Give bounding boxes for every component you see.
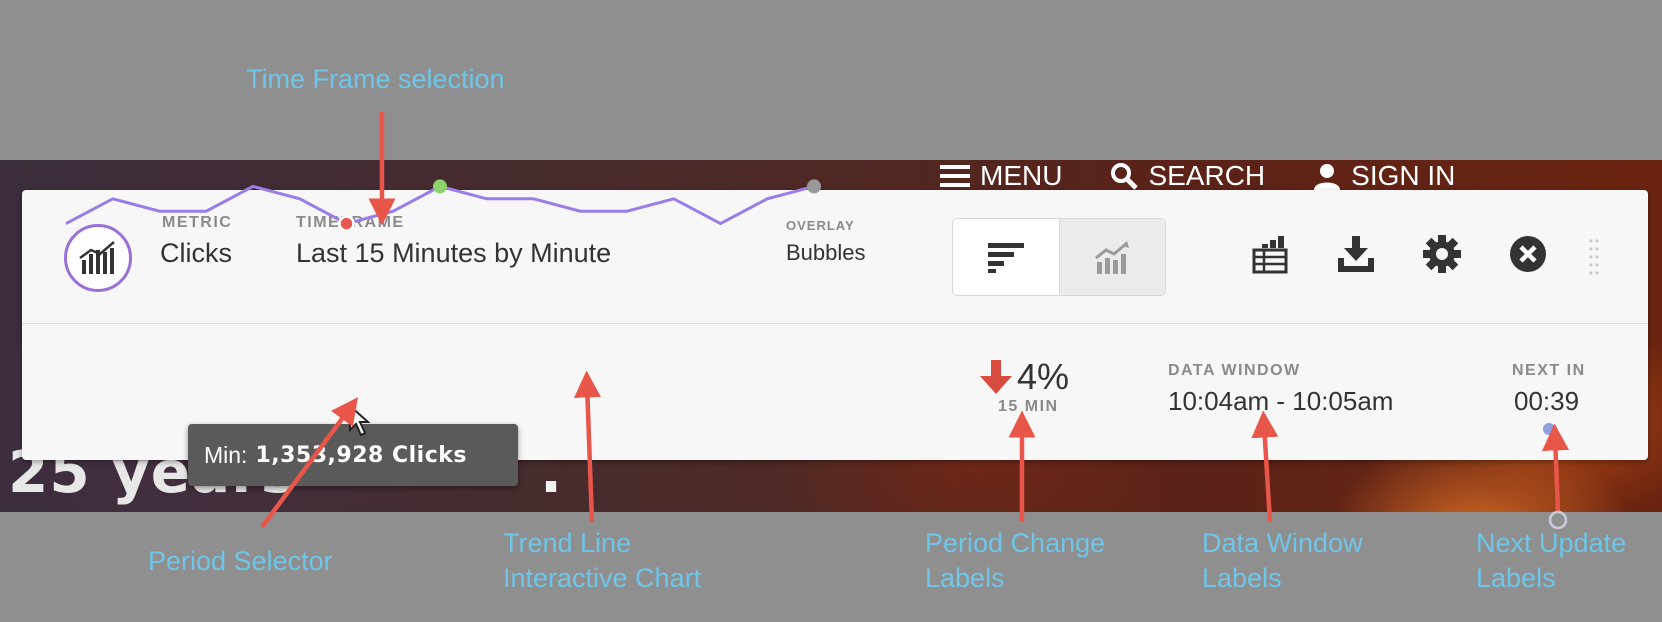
annotation-next-update: Next Update Labels bbox=[1476, 526, 1626, 596]
annotation-period-change-2: Labels bbox=[925, 563, 1005, 593]
period-selector-arrow bbox=[260, 397, 359, 529]
annotation-trend-line-1: Trend Line bbox=[503, 528, 632, 558]
annotation-trend-line-2: Interactive Chart bbox=[503, 563, 702, 593]
next-update-arrow bbox=[1542, 423, 1570, 513]
annotation-next-update-1: Next Update bbox=[1476, 528, 1627, 558]
annotation-data-window-1: Data Window bbox=[1202, 528, 1363, 558]
annotation-period-change-1: Period Change bbox=[925, 528, 1106, 558]
data-window-arrow bbox=[1251, 410, 1279, 523]
annotation-data-window-2: Labels bbox=[1202, 563, 1282, 593]
annotation-period-change: Period Change Labels bbox=[925, 526, 1105, 596]
annotation-timeframe: Time Frame selection bbox=[246, 64, 505, 94]
annotation-data-window: Data Window Labels bbox=[1202, 526, 1363, 596]
annotation-next-update-2: Labels bbox=[1476, 563, 1556, 593]
trend-line-arrow bbox=[573, 370, 601, 523]
annotation-period-selector: Period Selector bbox=[148, 546, 333, 576]
annotation-trend-line: Trend Line Interactive Chart bbox=[503, 526, 701, 596]
